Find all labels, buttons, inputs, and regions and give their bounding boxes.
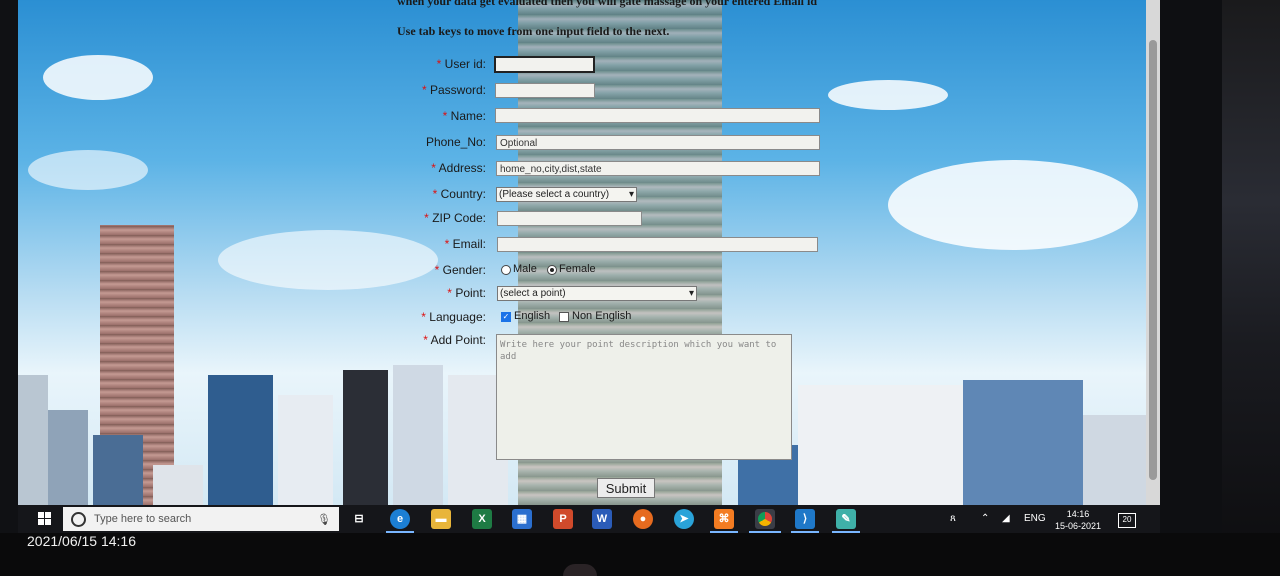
address-label: * Address:	[306, 161, 486, 175]
required-mark: *	[421, 83, 427, 97]
name-input[interactable]	[495, 108, 820, 123]
label-text: Name:	[450, 109, 486, 123]
scrollbar-thumb[interactable]	[1149, 40, 1157, 480]
country-selected-value: (Please select a country)	[499, 189, 610, 200]
required-mark: *	[434, 263, 440, 277]
required-mark: *	[447, 286, 452, 300]
search-icon	[71, 512, 86, 527]
language-indicator[interactable]: ENG	[1024, 513, 1046, 524]
required-mark: *	[423, 333, 428, 347]
powerpoint-icon[interactable]: P	[553, 509, 573, 529]
language-checkbox-non-english[interactable]	[559, 312, 569, 322]
label-text: Password:	[429, 83, 486, 97]
room-background	[1222, 0, 1280, 576]
password-input[interactable]	[495, 83, 595, 98]
windows-start-icon[interactable]	[38, 512, 52, 526]
monitor-bezel-left	[0, 0, 18, 576]
name-label: * Name:	[306, 109, 486, 123]
point-label: * Point:	[306, 286, 486, 300]
label-text: Point:	[455, 286, 486, 300]
country-label: * Country:	[306, 187, 486, 201]
user-id-label: * User id:	[306, 57, 486, 71]
search-placeholder: Type here to search	[94, 513, 192, 525]
task-view-icon[interactable]: ⊟	[349, 509, 369, 529]
password-label: * Password:	[306, 83, 486, 97]
chrome-icon[interactable]	[755, 509, 775, 529]
user-id-input[interactable]	[494, 56, 595, 73]
required-mark: *	[424, 211, 429, 225]
notification-icon[interactable]: 20	[1118, 513, 1136, 528]
language-option-non-english: Non English	[572, 310, 632, 322]
file-explorer-icon[interactable]: ▬	[431, 509, 451, 529]
telegram-icon[interactable]: ➤	[674, 509, 694, 529]
gender-option-female: Female	[559, 263, 596, 275]
vscode-icon[interactable]: ⟩	[795, 509, 815, 529]
email-label: * Email:	[306, 237, 486, 251]
edge-icon[interactable]: e	[390, 509, 410, 529]
language-checkbox-english[interactable]: ✓	[501, 312, 511, 322]
taskbar-clock[interactable]: 14:16 15-06-2021	[1048, 508, 1108, 532]
label-text: Country:	[440, 187, 486, 201]
chevron-down-icon: ▾	[688, 288, 694, 299]
chevron-down-icon: ▾	[628, 189, 634, 200]
clock-date: 15-06-2021	[1054, 521, 1102, 531]
required-mark: *	[432, 187, 438, 201]
add-point-textarea[interactable]: Write here your point description which …	[496, 334, 792, 460]
label-text: Gender:	[442, 263, 486, 277]
taskbar-search-box[interactable]: Type here to search 🎙	[63, 507, 339, 531]
language-option-english: English	[514, 310, 551, 322]
cloud	[828, 80, 948, 110]
wifi-icon[interactable]: ◢	[1002, 513, 1010, 524]
excel-icon[interactable]: X	[472, 509, 492, 529]
store-icon[interactable]: ▦	[512, 509, 532, 529]
language-label: * Language:	[306, 310, 486, 324]
word-icon[interactable]: W	[592, 509, 612, 529]
phone-input[interactable]: Optional	[496, 135, 820, 150]
cloud	[43, 55, 153, 100]
gender-label: * Gender:	[306, 263, 486, 277]
required-mark: *	[436, 57, 442, 71]
gender-radio-female[interactable]	[547, 265, 557, 275]
required-mark: *	[444, 237, 450, 251]
notepad-icon[interactable]: ✎	[836, 509, 856, 529]
microphone-icon[interactable]: 🎙	[317, 513, 331, 526]
clock-time: 14:16	[1066, 509, 1090, 519]
phone-label: Phone_No:	[425, 135, 486, 149]
point-select[interactable]: (select a point) ▾	[497, 286, 697, 301]
add-point-label: * Add Point:	[306, 333, 486, 347]
cloud	[888, 160, 1138, 250]
laptop-logo	[563, 564, 597, 576]
point-selected-value: (select a point)	[500, 288, 566, 299]
required-mark: *	[431, 161, 436, 175]
submit-button[interactable]: Submit	[597, 478, 655, 498]
gender-option-male: Male	[513, 263, 537, 275]
label-text: Address:	[438, 161, 486, 175]
zip-input[interactable]	[497, 211, 642, 226]
people-icon[interactable]: ጸ	[950, 513, 956, 524]
xampp-icon[interactable]: ⌘	[714, 509, 734, 529]
photo-timestamp: 2021/06/15 14:16	[27, 533, 136, 549]
required-mark: *	[442, 109, 448, 123]
form-instruction-line: Use tab keys to move from one input fiel…	[397, 24, 670, 38]
gender-radio-male[interactable]	[501, 265, 511, 275]
windows-taskbar: Type here to search 🎙 ⊟ e ▬ X ▦ P W ● ➤ …	[18, 505, 1160, 533]
label-text: ZIP Code:	[432, 211, 486, 225]
email-input[interactable]	[497, 237, 818, 252]
label-text: Add Point:	[430, 333, 486, 347]
label-text: Language:	[429, 310, 486, 324]
chevron-up-icon[interactable]: ⌃	[981, 513, 989, 524]
address-input[interactable]: home_no,city,dist,state	[496, 161, 820, 176]
monitor-bezel-bottom	[0, 533, 1280, 576]
required-mark: *	[421, 310, 426, 324]
label-text: Email:	[452, 237, 486, 251]
country-select[interactable]: (Please select a country) ▾	[496, 187, 637, 202]
form-intro-line: when your data get evaluated then you wi…	[397, 0, 818, 8]
label-text: User id:	[444, 57, 486, 71]
firefox-icon[interactable]: ●	[633, 509, 653, 529]
zip-label: * ZIP Code:	[306, 211, 486, 225]
cloud	[28, 150, 148, 190]
monitor-bezel-right	[1160, 0, 1222, 576]
